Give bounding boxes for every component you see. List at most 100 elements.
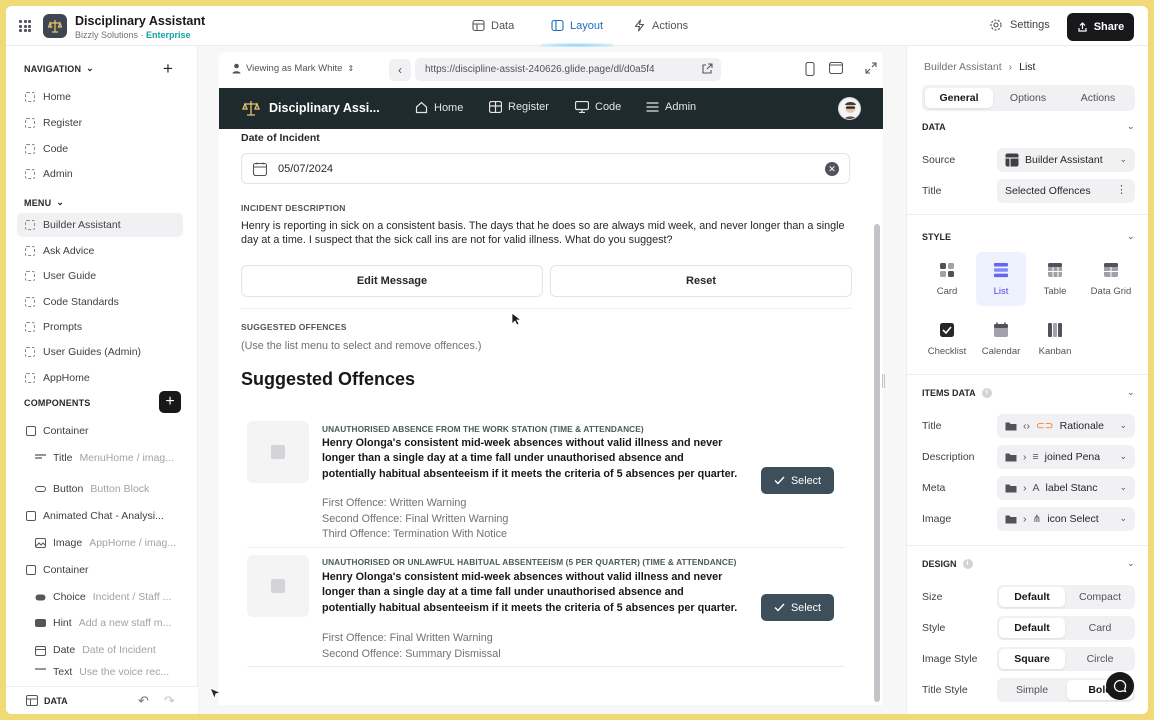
component-choice[interactable]: Choice Incident / Staff ... [35,586,171,608]
list-item[interactable]: UNAUTHORISED ABSENCE FROM THE WORK STATI… [241,416,845,548]
app-tab-admin[interactable]: Admin [646,101,696,113]
add-navigation-button[interactable]: + [163,60,173,77]
size-default-option[interactable]: Default [999,587,1065,607]
style-section-header[interactable]: STYLE [922,232,951,242]
clear-date-icon[interactable]: ✕ [825,162,839,176]
chevron-down-icon[interactable]: ⌄ [1127,121,1135,132]
mobile-view-icon[interactable] [805,62,815,76]
plan-badge: Enterprise [146,30,191,40]
source-select[interactable]: Builder Assistant ⌄ [997,148,1135,172]
nav-item-home[interactable]: Home [17,85,183,109]
user-avatar[interactable] [838,97,861,120]
title-simple-option[interactable]: Simple [999,680,1065,700]
support-chat-button[interactable] [1106,672,1134,700]
item-title-select[interactable]: ‹› ⊂⊃ Rationale ⌄ [997,414,1135,438]
reset-button[interactable]: Reset [550,265,852,297]
image-square-option[interactable]: Square [999,649,1065,669]
component-hint[interactable]: Hint Add a new staff m... [35,612,171,634]
back-button[interactable]: ‹ [389,59,411,81]
undo-icon[interactable]: ↶ [138,693,149,709]
more-vertical-icon[interactable]: ⋮ [1116,183,1127,196]
navigation-header[interactable]: NAVIGATION ⌄ [24,63,94,74]
size-compact-option[interactable]: Compact [1067,587,1133,607]
add-component-button[interactable]: + [159,391,181,413]
item-image-select[interactable]: › ⋔ icon Select ⌄ [997,507,1135,531]
style-checklist[interactable]: Checklist [922,312,972,366]
tab-data[interactable]: Data [472,19,514,32]
component-animated-chat[interactable]: Animated Chat - Analysi... [25,505,164,527]
items-data-section-header[interactable]: ITEMS DATA i [922,388,992,398]
chevron-down-icon[interactable]: ⌄ [1127,231,1135,242]
menu-item-user-guide[interactable]: User Guide [17,264,183,288]
chevron-down-icon[interactable]: ⌄ [1127,558,1135,569]
table-source-icon [1005,153,1019,167]
nav-item-admin[interactable]: Admin [17,162,183,186]
title-field[interactable]: Selected Offences ⋮ [997,179,1135,203]
style-card-option[interactable]: Card [1067,618,1133,638]
menu-item-ask-advice[interactable]: Ask Advice [17,239,183,263]
style-kanban[interactable]: Kanban [1030,312,1080,366]
data-section-header[interactable]: DATA [922,122,946,132]
date-of-incident-input[interactable]: 05/07/2024 ✕ [241,153,850,184]
nav-item-register[interactable]: Register [17,111,183,135]
share-button[interactable]: Share [1067,13,1134,41]
style-table[interactable]: Table [1030,252,1080,306]
pointer-tool-icon[interactable] [210,688,220,700]
scrollbar[interactable] [874,224,880,702]
style-data-grid[interactable]: Data Grid [1084,252,1138,306]
divider [907,545,1148,546]
tab-layout[interactable]: Layout [541,19,614,47]
tab-actions-panel[interactable]: Actions [1064,88,1132,108]
container-icon [25,565,36,576]
style-calendar[interactable]: Calendar [976,312,1026,366]
design-section-header[interactable]: DESIGN i [922,559,973,569]
image-circle-option[interactable]: Circle [1067,649,1133,669]
app-logo[interactable] [43,14,67,38]
preview-url[interactable]: https://discipline-assist-240626.glide.p… [415,58,721,81]
settings-button[interactable]: Settings [989,18,1050,32]
chevron-down-icon[interactable]: ⌄ [1127,387,1135,398]
menu-item-prompts[interactable]: Prompts [17,315,183,339]
menu-header[interactable]: MENU ⌄ [24,197,64,208]
style-list[interactable]: List [976,252,1026,306]
tab-general[interactable]: General [925,88,993,108]
component-text[interactable]: Text Use the voice rec... [35,666,169,676]
menu-item-code-standards[interactable]: Code Standards [17,290,183,314]
menu-item-builder-assistant[interactable]: Builder Assistant [17,213,183,237]
component-sub: Add a new staff m... [78,617,172,629]
tab-actions[interactable]: Actions [633,19,688,32]
breadcrumb-parent[interactable]: Builder Assistant [924,61,1002,73]
component-image[interactable]: Image AppHome / imag... [35,532,176,554]
tab-options[interactable]: Options [994,88,1062,108]
select-button[interactable]: Select [761,467,834,494]
component-button[interactable]: Button Button Block [35,478,149,500]
resize-handle[interactable] [882,374,885,388]
app-tab-register[interactable]: Register [489,101,549,113]
list-item[interactable]: UNAUTHORISED OR UNLAWFUL HABITUAL ABSENT… [241,550,845,666]
component-date[interactable]: Date Date of Incident [35,639,156,661]
item-description-select[interactable]: › ≡ joined Pena ⌄ [997,445,1135,469]
edit-message-button[interactable]: Edit Message [241,265,543,297]
info-icon[interactable]: i [962,559,973,569]
app-tab-code[interactable]: Code [575,101,621,113]
component-title[interactable]: Title MenuHome / imag... [35,447,174,469]
component-container[interactable]: Container [25,420,89,442]
nav-item-code[interactable]: Code [17,137,183,161]
viewing-as-selector[interactable]: Viewing as Mark White ⇕ [232,63,354,74]
select-button[interactable]: Select [761,594,834,621]
style-default-option[interactable]: Default [999,618,1065,638]
component-container[interactable]: Container [25,559,89,581]
apps-grid-icon[interactable] [19,20,31,32]
item-meta-select[interactable]: › A label Stanc ⌄ [997,476,1135,500]
fullscreen-icon[interactable] [865,62,877,74]
component-label: Choice [53,591,86,603]
redo-icon[interactable]: ↷ [164,693,175,709]
data-editor-link[interactable]: DATA [26,695,68,706]
info-icon[interactable]: i [981,388,992,398]
menu-item-user-guides-admin[interactable]: User Guides (Admin) [17,340,183,364]
menu-item-apphome[interactable]: AppHome [17,366,183,390]
external-link-icon[interactable] [701,63,713,75]
tablet-view-icon[interactable] [829,62,843,74]
app-tab-home[interactable]: Home [415,101,463,114]
style-card[interactable]: Card [922,252,972,306]
